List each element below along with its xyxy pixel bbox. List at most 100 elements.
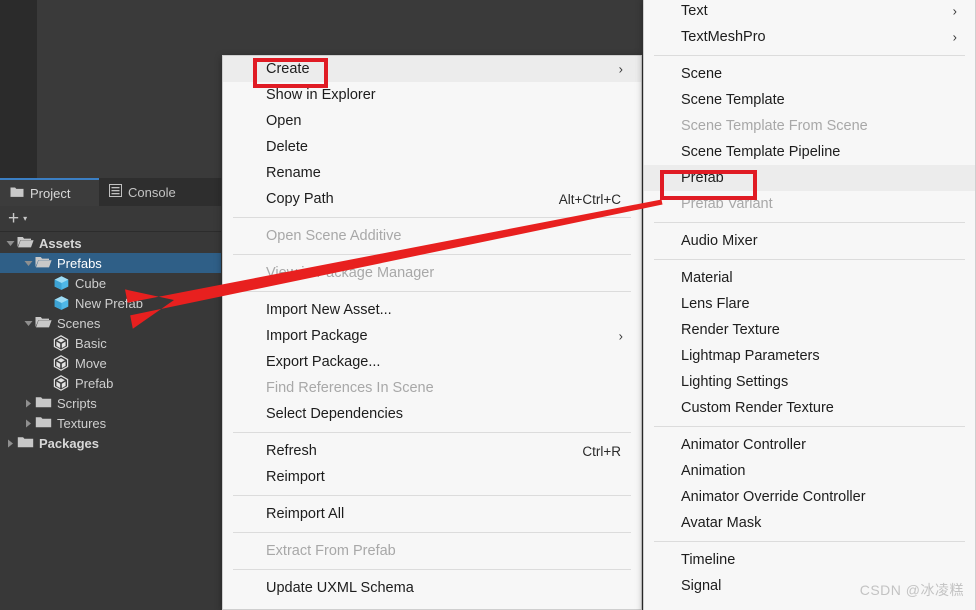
menu-item-label: Scene Template bbox=[681, 92, 785, 108]
menu-item-label: Scene bbox=[681, 66, 722, 82]
menu-item-text[interactable]: Text› bbox=[644, 0, 975, 24]
menu-item-custom-render-texture[interactable]: Custom Render Texture bbox=[644, 395, 975, 421]
add-asset-button[interactable]: + bbox=[8, 209, 19, 228]
panel-tab-bar: Project Console bbox=[0, 178, 221, 206]
menu-item-render-texture[interactable]: Render Texture bbox=[644, 317, 975, 343]
tree-item-new-prefab[interactable]: New Prefab bbox=[0, 293, 221, 313]
folder-icon bbox=[10, 186, 24, 201]
menu-item-lighting-settings[interactable]: Lighting Settings bbox=[644, 369, 975, 395]
chevron-right-icon: › bbox=[953, 4, 957, 19]
screenshot-root: Project Console + ▾ AssetsPrefabsCubeNew… bbox=[0, 0, 976, 610]
menu-item-open[interactable]: Open bbox=[223, 108, 641, 134]
menu-item-reimport[interactable]: Reimport bbox=[223, 464, 641, 490]
asset-tree: AssetsPrefabsCubeNew Prefab Scenes Basic Mo… bbox=[0, 233, 221, 453]
tree-item-scripts[interactable]: Scripts bbox=[0, 393, 221, 413]
menu-item-label: Lens Flare bbox=[681, 296, 750, 312]
asset-context-menu: Create›Show in ExplorerOpenDeleteRenameC… bbox=[222, 55, 642, 610]
menu-separator bbox=[233, 569, 631, 570]
menu-item-label: Animation bbox=[681, 463, 745, 479]
menu-item-rename[interactable]: Rename bbox=[223, 160, 641, 186]
chevron-down-icon[interactable] bbox=[4, 240, 17, 247]
menu-separator bbox=[233, 532, 631, 533]
project-panel: Project Console + ▾ AssetsPrefabsCubeNew… bbox=[0, 178, 221, 610]
tab-console[interactable]: Console bbox=[99, 178, 221, 206]
menu-item-label: Select Dependencies bbox=[266, 406, 403, 422]
menu-item-animator-override-controller[interactable]: Animator Override Controller bbox=[644, 484, 975, 510]
menu-item-label: Prefab Variant bbox=[681, 196, 773, 212]
menu-item-timeline[interactable]: Timeline bbox=[644, 547, 975, 573]
tree-item-label: Move bbox=[72, 356, 107, 371]
menu-item-refresh[interactable]: RefreshCtrl+R bbox=[223, 438, 641, 464]
menu-item-animation[interactable]: Animation bbox=[644, 458, 975, 484]
chevron-right-icon: › bbox=[619, 62, 623, 77]
console-icon bbox=[109, 184, 122, 200]
tree-item-scenes[interactable]: Scenes bbox=[0, 313, 221, 333]
menu-item-copy-path[interactable]: Copy PathAlt+Ctrl+C bbox=[223, 186, 641, 212]
chevron-right-icon[interactable] bbox=[4, 439, 17, 448]
tab-project[interactable]: Project bbox=[0, 178, 99, 206]
menu-item-update-uxml-schema[interactable]: Update UXML Schema bbox=[223, 575, 641, 601]
folder-icon bbox=[35, 395, 54, 411]
menu-item-avatar-mask[interactable]: Avatar Mask bbox=[644, 510, 975, 536]
tree-item-prefabs[interactable]: Prefabs bbox=[0, 253, 221, 273]
prefab-cube-icon bbox=[53, 275, 72, 291]
menu-item-prefab-variant: Prefab Variant bbox=[644, 191, 975, 217]
menu-item-import-package[interactable]: Import Package› bbox=[223, 323, 641, 349]
tree-item-label: Packages bbox=[36, 436, 99, 451]
tree-item-label: Basic bbox=[72, 336, 107, 351]
menu-item-label: Export Package... bbox=[266, 354, 380, 370]
menu-item-lightmap-parameters[interactable]: Lightmap Parameters bbox=[644, 343, 975, 369]
menu-item-delete[interactable]: Delete bbox=[223, 134, 641, 160]
menu-separator bbox=[233, 254, 631, 255]
tree-item-cube[interactable]: Cube bbox=[0, 273, 221, 293]
menu-item-label: View in Package Manager bbox=[266, 265, 434, 281]
menu-item-label: Prefab bbox=[681, 170, 724, 186]
tree-item-label: Textures bbox=[54, 416, 106, 431]
menu-separator bbox=[233, 432, 631, 433]
tree-item-assets[interactable]: Assets bbox=[0, 233, 221, 253]
tree-item-move[interactable]: Move bbox=[0, 353, 221, 373]
menu-item-label: Material bbox=[681, 270, 733, 286]
tree-item-textures[interactable]: Textures bbox=[0, 413, 221, 433]
menu-item-import-new-asset[interactable]: Import New Asset... bbox=[223, 297, 641, 323]
menu-item-label: Signal bbox=[681, 578, 721, 594]
chevron-down-icon[interactable]: ▾ bbox=[23, 215, 27, 223]
menu-item-label: Render Texture bbox=[681, 322, 780, 338]
folder-open-icon bbox=[35, 255, 54, 271]
menu-item-material[interactable]: Material bbox=[644, 265, 975, 291]
menu-item-audio-mixer[interactable]: Audio Mixer bbox=[644, 228, 975, 254]
tree-item-label: Scripts bbox=[54, 396, 97, 411]
tree-item-prefab[interactable]: Prefab bbox=[0, 373, 221, 393]
menu-item-prefab[interactable]: Prefab bbox=[644, 165, 975, 191]
tree-item-label: Scenes bbox=[54, 316, 100, 331]
menu-item-label: Copy Path bbox=[266, 191, 334, 207]
chevron-down-icon[interactable] bbox=[22, 260, 35, 267]
menu-item-scene-template-pipeline[interactable]: Scene Template Pipeline bbox=[644, 139, 975, 165]
chevron-right-icon[interactable] bbox=[22, 419, 35, 428]
menu-item-label: Scene Template Pipeline bbox=[681, 144, 840, 160]
menu-item-label: Find References In Scene bbox=[266, 380, 434, 396]
folder-icon bbox=[35, 415, 54, 431]
menu-item-extract-from-prefab: Extract From Prefab bbox=[223, 538, 641, 564]
menu-item-create[interactable]: Create› bbox=[223, 56, 641, 82]
menu-separator bbox=[654, 55, 965, 56]
chevron-down-icon[interactable] bbox=[22, 320, 35, 327]
menu-item-scene-template[interactable]: Scene Template bbox=[644, 87, 975, 113]
menu-item-textmeshpro[interactable]: TextMeshPro› bbox=[644, 24, 975, 50]
chevron-right-icon[interactable] bbox=[22, 399, 35, 408]
chevron-right-icon: › bbox=[953, 30, 957, 45]
menu-separator bbox=[233, 217, 631, 218]
menu-item-show-in-explorer[interactable]: Show in Explorer bbox=[223, 82, 641, 108]
menu-item-label: Reimport bbox=[266, 469, 325, 485]
menu-item-label: Animator Override Controller bbox=[681, 489, 866, 505]
menu-separator bbox=[654, 259, 965, 260]
tree-item-packages[interactable]: Packages bbox=[0, 433, 221, 453]
menu-item-reimport-all[interactable]: Reimport All bbox=[223, 501, 641, 527]
menu-item-select-dependencies[interactable]: Select Dependencies bbox=[223, 401, 641, 427]
menu-item-export-package[interactable]: Export Package... bbox=[223, 349, 641, 375]
menu-item-label: Import Package bbox=[266, 328, 368, 344]
menu-item-lens-flare[interactable]: Lens Flare bbox=[644, 291, 975, 317]
tree-item-basic[interactable]: Basic bbox=[0, 333, 221, 353]
menu-item-animator-controller[interactable]: Animator Controller bbox=[644, 432, 975, 458]
menu-item-scene[interactable]: Scene bbox=[644, 61, 975, 87]
